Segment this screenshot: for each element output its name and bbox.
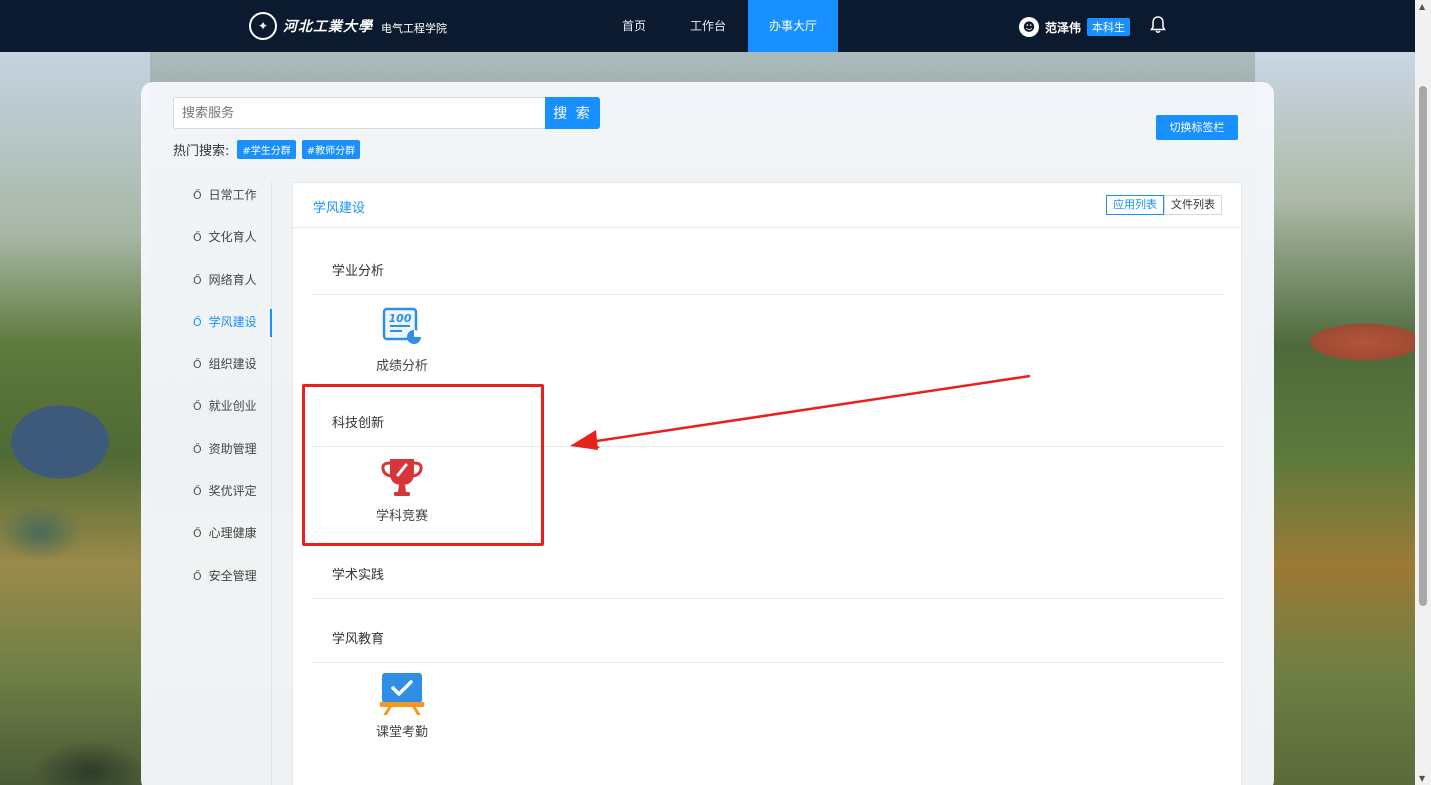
apple-icon: Ő: [193, 358, 202, 372]
app-label: 课堂考勤: [375, 725, 428, 740]
nav-home[interactable]: 首页: [600, 0, 668, 52]
page-scrollbar[interactable]: ▲ ▼: [1415, 0, 1431, 785]
university-name: 河北工業大學: [283, 19, 373, 35]
hot-search: 热门搜索: #学生分群 #教师分群: [173, 140, 361, 159]
apple-icon: Ő: [193, 569, 202, 583]
top-navbar: ✦ 河北工業大學 电气工程学院 首页 工作台 办事大厅 ☻ 范泽伟 本科生: [0, 0, 1415, 52]
section-study-education: 学风教育: [312, 630, 1223, 663]
apple-icon: Ő: [193, 189, 202, 202]
university-logo[interactable]: ✦ 河北工業大學 电气工程学院: [249, 12, 447, 40]
hot-search-label: 热门搜索:: [173, 144, 230, 159]
section-academic-practice: 学术实践: [312, 566, 1223, 599]
section-divider: [312, 598, 1223, 599]
sidebar-item-safety[interactable]: Ő 安全管理: [171, 563, 271, 605]
file-list-toggle[interactable]: 文件列表: [1164, 195, 1222, 215]
scrollbar-thumb[interactable]: [1419, 86, 1427, 606]
sidebar-item-label: 组织建设: [208, 357, 257, 372]
background-photo-right: [1255, 52, 1415, 785]
section-divider: [312, 294, 1223, 295]
background-photo-left: [0, 52, 150, 785]
nav-service-hall[interactable]: 办事大厅: [748, 0, 839, 52]
apple-icon: Ő: [193, 231, 202, 245]
apple-icon: Ő: [193, 400, 202, 414]
apple-icon: Ő: [193, 442, 202, 456]
category-sidebar: Ő 日常工作 Ő 文化育人 Ő 网络育人 Ő 学风建设 Ő 组织建设 Ő 就业创业 Ő 资助管…: [171, 182, 272, 785]
scroll-down-icon[interactable]: ▼: [1419, 774, 1425, 783]
view-toggle: 应用列表 文件列表: [1106, 195, 1222, 215]
bell-icon[interactable]: [1150, 16, 1166, 38]
app-score-analysis[interactable]: 100 成绩分析: [352, 305, 452, 374]
score-analysis-icon: 100: [380, 305, 424, 349]
user-role-badge: 本科生: [1087, 18, 1131, 36]
app-class-attendance[interactable]: 课堂考勤: [352, 671, 452, 740]
sidebar-item-label: 学风建设: [208, 314, 257, 329]
attendance-icon: [380, 671, 424, 717]
content-header: 学风建设 应用列表 文件列表: [293, 183, 1241, 228]
sidebar-item-label: 日常工作: [208, 188, 257, 202]
sidebar-item-label: 就业创业: [208, 399, 257, 414]
sidebar-item-network[interactable]: Ő 网络育人: [171, 267, 271, 309]
search-bar: 搜 索: [173, 97, 600, 129]
apple-icon: Ő: [193, 273, 202, 287]
college-name: 电气工程学院: [381, 22, 447, 35]
apple-icon: Ő: [193, 485, 202, 499]
user-name: 范泽伟: [1045, 20, 1082, 35]
sidebar-item-label: 安全管理: [208, 568, 257, 583]
app-label: 成绩分析: [375, 359, 428, 374]
sidebar-item-awards[interactable]: Ő 奖优评定: [171, 478, 271, 520]
sidebar-item-financial-aid[interactable]: Ő 资助管理: [171, 436, 271, 478]
sidebar-item-culture[interactable]: Ő 文化育人: [171, 224, 271, 266]
sidebar-item-employment[interactable]: Ő 就业创业: [171, 393, 271, 435]
switch-tabbar-button[interactable]: 切换标签栏: [1156, 115, 1238, 140]
section-divider: [312, 662, 1223, 663]
sidebar-item-daily-work[interactable]: Ő 日常工作: [171, 182, 271, 224]
annotation-arrow: [570, 374, 1031, 450]
content-title: 学风建设: [313, 201, 366, 216]
user-avatar-icon[interactable]: ☻: [1019, 17, 1039, 37]
apple-icon: Ő: [193, 315, 202, 329]
section-academic-analysis: 学业分析: [312, 262, 1223, 295]
sidebar-item-label: 网络育人: [208, 272, 257, 287]
svg-text:100: 100: [389, 312, 412, 325]
section-title: 学业分析: [332, 264, 385, 279]
search-button[interactable]: 搜 索: [545, 97, 600, 129]
scroll-up-icon[interactable]: ▲: [1419, 2, 1425, 11]
main-nav: 首页 工作台 办事大厅: [600, 0, 839, 52]
university-seal-icon: ✦: [249, 12, 277, 40]
apple-icon: Ő: [193, 527, 202, 541]
section-title: 学术实践: [332, 568, 385, 583]
sidebar-item-label: 资助管理: [208, 441, 257, 456]
sidebar-item-label: 奖优评定: [208, 484, 257, 499]
sidebar-item-label: 心理健康: [208, 526, 257, 541]
hot-tag-teacher-group[interactable]: #教师分群: [301, 140, 361, 159]
sidebar-item-organization[interactable]: Ő 组织建设: [171, 351, 271, 393]
nav-workbench[interactable]: 工作台: [668, 0, 748, 52]
user-info[interactable]: ☻ 范泽伟 本科生: [1019, 16, 1166, 38]
search-input[interactable]: [173, 97, 545, 129]
section-title: 学风教育: [332, 632, 385, 647]
sidebar-item-label: 文化育人: [208, 230, 257, 245]
sidebar-item-mental-health[interactable]: Ő 心理健康: [171, 520, 271, 562]
app-list-toggle[interactable]: 应用列表: [1106, 195, 1164, 215]
hot-tag-student-group[interactable]: #学生分群: [237, 140, 296, 159]
sidebar-item-study-style[interactable]: Ő 学风建设: [171, 308, 272, 351]
annotation-highlight-box: [302, 384, 544, 546]
